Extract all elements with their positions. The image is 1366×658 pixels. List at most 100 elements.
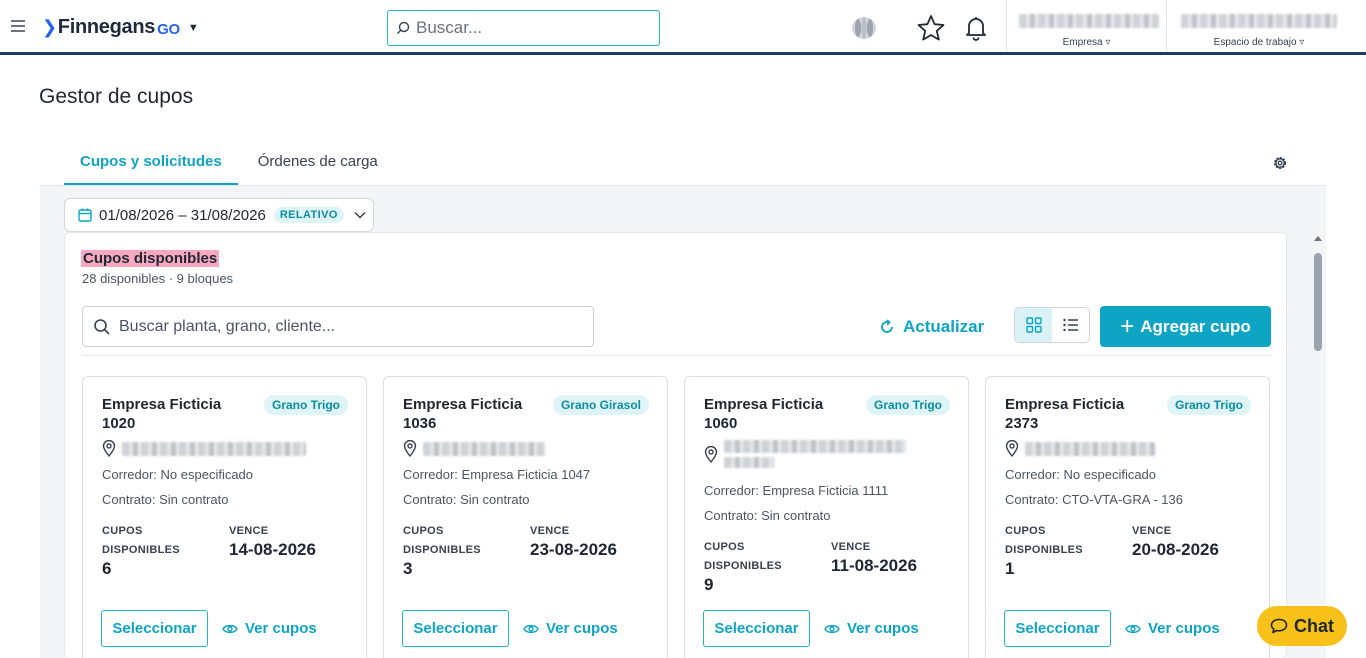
card-corredor: Corredor: Empresa Ficticia 1111 xyxy=(704,483,889,498)
chevron-down-icon xyxy=(354,211,366,219)
card-corredor: Corredor: No especificado xyxy=(102,467,254,482)
date-range-value: 01/08/2026 – 31/08/2026 xyxy=(99,206,266,224)
cupos-value: 9 xyxy=(704,575,714,594)
cupos-search-input[interactable] xyxy=(119,317,569,336)
select-button[interactable]: Seleccionar xyxy=(402,610,509,647)
cupos-panel: Cupos disponibles 28 disponibles · 9 blo… xyxy=(64,232,1287,658)
view-cupos-link[interactable]: Ver cupos xyxy=(222,620,317,637)
card-location xyxy=(102,440,306,457)
empresa-selector[interactable]: Empresa ▿ xyxy=(1006,0,1166,52)
cupo-card: Empresa Ficticia 1036 Grano Girasol Corr… xyxy=(383,376,668,658)
cupos-label: CUPOS DISPONIBLES xyxy=(102,525,180,556)
card-company-name: Empresa Ficticia 1060 xyxy=(704,396,824,432)
grid-view-button[interactable] xyxy=(1015,308,1052,342)
card-location xyxy=(1005,440,1155,457)
caret-down-icon[interactable]: ▼ xyxy=(188,22,199,34)
page-scrollbar[interactable] xyxy=(1310,232,1326,658)
view-cupos-link[interactable]: Ver cupos xyxy=(523,620,618,637)
chat-bubble-icon xyxy=(1270,618,1288,634)
panel-divider xyxy=(82,355,1271,356)
gear-icon[interactable] xyxy=(1271,154,1289,172)
grain-badge: Grano Trigo xyxy=(865,395,950,415)
vence-label: VENCE xyxy=(530,525,570,537)
cupos-label: CUPOS DISPONIBLES xyxy=(1005,525,1083,556)
select-button[interactable]: Seleccionar xyxy=(703,610,810,647)
workspace-selector[interactable]: Espacio de trabajo ▿ xyxy=(1166,0,1366,52)
location-pin-icon xyxy=(403,440,417,457)
location-pin-icon xyxy=(102,440,116,457)
caret-down-icon: ▿ xyxy=(1299,37,1305,48)
empresa-value-redacted xyxy=(1019,14,1159,28)
card-contrato: Contrato: Sin contrato xyxy=(704,508,831,523)
add-cupo-label: Agregar cupo xyxy=(1140,316,1251,336)
card-contrato: Contrato: Sin contrato xyxy=(102,492,229,507)
location-redacted xyxy=(122,441,306,456)
refresh-label: Actualizar xyxy=(903,317,985,336)
scroll-thumb[interactable] xyxy=(1314,253,1322,351)
cupo-card: Empresa Ficticia 2373 Grano Trigo Corred… xyxy=(985,376,1270,658)
cupos-search[interactable] xyxy=(82,306,594,347)
vence-value: 14-08-2026 xyxy=(229,540,316,559)
cupos-value: 6 xyxy=(102,559,112,578)
location-redacted xyxy=(724,440,906,468)
workspace-label: Espacio de trabajo xyxy=(1213,37,1297,48)
vence-label: VENCE xyxy=(229,525,269,537)
list-icon xyxy=(1062,318,1078,332)
card-company-name: Empresa Ficticia 1020 xyxy=(102,396,222,432)
add-cupo-button[interactable]: + Agregar cupo xyxy=(1100,306,1271,347)
view-cupos-link[interactable]: Ver cupos xyxy=(824,620,919,637)
vence-value: 20-08-2026 xyxy=(1132,540,1219,559)
list-view-button[interactable] xyxy=(1052,308,1089,342)
brand-logo[interactable]: ❯ Finnegans GO ▼ xyxy=(42,16,199,39)
select-button[interactable]: Seleccionar xyxy=(1004,610,1111,647)
view-cupos-link[interactable]: Ver cupos xyxy=(1125,620,1220,637)
workspace-value-redacted xyxy=(1181,14,1337,28)
view-cupos-label: Ver cupos xyxy=(245,620,317,637)
vence-label: VENCE xyxy=(1132,525,1172,537)
menu-icon[interactable] xyxy=(11,20,25,32)
location-pin-icon xyxy=(704,445,718,463)
grain-badge: Grano Trigo xyxy=(1166,395,1251,415)
chat-button[interactable]: Chat xyxy=(1257,606,1347,646)
brand-suffix: GO xyxy=(157,20,180,38)
vence-value: 23-08-2026 xyxy=(530,540,617,559)
empresa-label: Empresa xyxy=(1062,37,1103,48)
card-contrato: Contrato: CTO-VTA-GRA - 136 xyxy=(1005,492,1183,507)
eye-icon xyxy=(1125,624,1141,633)
search-icon xyxy=(94,318,110,335)
location-redacted xyxy=(423,441,545,456)
view-cupos-label: Ver cupos xyxy=(847,620,919,637)
location-pin-icon xyxy=(1005,440,1019,457)
date-mode-badge: RELATIVO xyxy=(273,207,344,223)
date-range-filter[interactable]: 01/08/2026 – 31/08/2026 RELATIVO xyxy=(64,198,374,232)
eye-icon xyxy=(824,624,840,633)
card-company-name: Empresa Ficticia 2373 xyxy=(1005,396,1125,432)
cupo-card: Empresa Ficticia 1060 Grano Trigo Corred… xyxy=(684,376,969,658)
plus-icon: + xyxy=(1120,312,1135,340)
page-title: Gestor de cupos xyxy=(39,85,194,108)
card-corredor: Corredor: No especificado xyxy=(1005,467,1157,482)
view-cupos-label: Ver cupos xyxy=(1148,620,1220,637)
refresh-button[interactable]: Actualizar xyxy=(879,317,984,337)
cupos-value: 1 xyxy=(1005,559,1015,578)
global-search[interactable] xyxy=(387,10,660,46)
calendar-icon xyxy=(78,208,92,222)
tab-bar: Cupos y solicitudes Órdenes de carga xyxy=(64,145,394,185)
star-icon[interactable] xyxy=(916,14,946,42)
tab-ordenes-carga[interactable]: Órdenes de carga xyxy=(242,145,394,185)
card-company-name: Empresa Ficticia 1036 xyxy=(403,396,523,432)
grid-icon xyxy=(1025,317,1042,333)
eye-icon xyxy=(523,624,539,633)
card-contrato: Contrato: Sin contrato xyxy=(403,492,530,507)
global-search-input[interactable] xyxy=(416,18,646,38)
select-button[interactable]: Seleccionar xyxy=(101,610,208,647)
cupo-card: Empresa Ficticia 1020 Grano Trigo Corred… xyxy=(82,376,367,658)
vence-label: VENCE xyxy=(831,541,871,553)
chat-label: Chat xyxy=(1294,615,1334,636)
scroll-up-icon[interactable] xyxy=(1314,236,1322,241)
bell-icon[interactable] xyxy=(961,14,991,42)
grain-badge: Grano Trigo xyxy=(263,395,348,415)
view-cupos-label: Ver cupos xyxy=(546,620,618,637)
tab-cupos-solicitudes[interactable]: Cupos y solicitudes xyxy=(64,145,238,185)
card-location xyxy=(403,440,545,457)
